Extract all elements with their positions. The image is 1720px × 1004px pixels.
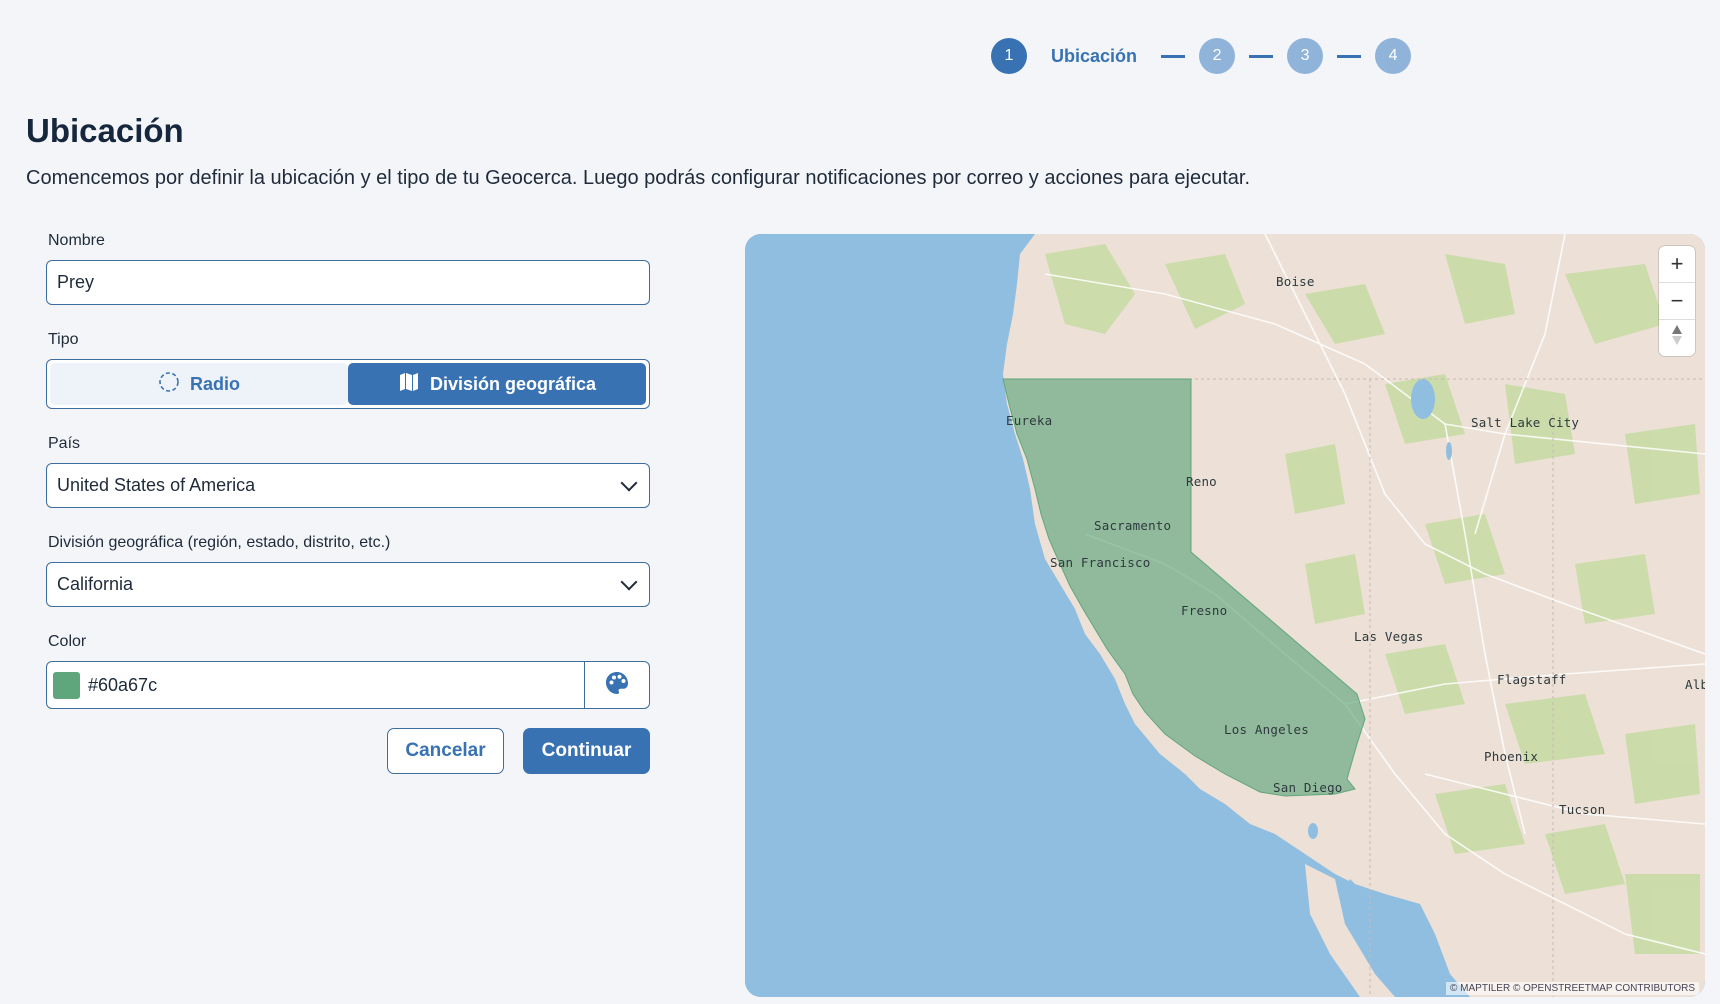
map-label-reno: Reno (1186, 474, 1217, 489)
map-label-san-diego: San Diego (1273, 780, 1343, 795)
chevron-down-icon (620, 573, 638, 590)
map-label-los-angeles: Los Angeles (1224, 722, 1309, 737)
continue-button[interactable]: Continuar (523, 728, 650, 774)
palette-icon (604, 670, 630, 701)
country-select[interactable]: United States of America (46, 463, 650, 508)
step-4-indicator: 4 (1375, 38, 1412, 74)
map-label-las-vegas: Las Vegas (1354, 629, 1424, 644)
map-label-eureka: Eureka (1006, 413, 1053, 428)
division-label: División geográfica (región, estado, dis… (48, 534, 391, 551)
map-attribution[interactable]: © MAPTILER © OPENSTREETMAP CONTRIBUTORS (1446, 982, 1699, 995)
division-select-value: California (57, 574, 134, 594)
color-group: Color #60a67c (46, 633, 650, 709)
color-swatch (53, 671, 80, 699)
compass-icon (1670, 324, 1684, 352)
type-option-geo-division[interactable]: División geográfica (348, 363, 646, 405)
page-description: Comencemos por definir la ubicación y el… (26, 167, 1251, 189)
zoom-out-button[interactable]: − (1659, 283, 1695, 320)
step-connector (1337, 54, 1362, 58)
step-1-indicator: 1 (991, 38, 1027, 74)
division-group: División geográfica (región, estado, dis… (46, 534, 650, 607)
compass-button[interactable] (1659, 320, 1695, 356)
map-label-phoenix: Phoenix (1484, 749, 1539, 764)
color-label: Color (48, 633, 87, 650)
country-label: País (48, 435, 81, 452)
chevron-down-icon (620, 474, 638, 491)
type-label: Tipo (48, 331, 79, 348)
circle-dashed-icon (158, 371, 180, 398)
step-2-indicator: 2 (1199, 38, 1236, 74)
map-icon (398, 371, 420, 398)
page-title: Ubicación (26, 112, 184, 149)
map-label-boise: Boise (1276, 274, 1315, 289)
country-group: País United States of America (46, 435, 650, 508)
cancel-button[interactable]: Cancelar (387, 728, 504, 774)
step-1-label: Ubicación (1051, 45, 1138, 66)
color-input[interactable]: #60a67c (47, 662, 584, 708)
type-group: Tipo Radio División geográfica (46, 331, 650, 409)
type-option-radio[interactable]: Radio (50, 363, 348, 405)
zoom-in-button[interactable]: + (1659, 246, 1695, 283)
form-actions: Cancelar Continuar (46, 728, 650, 774)
map-label-san-francisco: San Francisco (1050, 555, 1151, 570)
color-input-value: #60a67c (88, 674, 158, 695)
country-select-value: United States of America (57, 475, 256, 495)
name-input-value: Prey (57, 272, 95, 292)
map-label-tucson: Tucson (1559, 802, 1606, 817)
name-label: Nombre (48, 232, 105, 249)
map-label-fresno: Fresno (1181, 603, 1228, 618)
name-input[interactable]: Prey (46, 260, 650, 305)
progress-stepper: 1 Ubicación 2 3 4 (991, 38, 1412, 74)
map-zoom-controls: + − (1659, 246, 1695, 356)
map-view[interactable]: Boise Eureka Salt Lake City Reno Sacrame… (745, 234, 1705, 997)
map-label-salt-lake-city: Salt Lake City (1471, 415, 1580, 430)
type-toggle: Radio División geográfica (46, 359, 650, 409)
map-label-sacramento: Sacramento (1094, 518, 1172, 533)
division-select[interactable]: California (46, 562, 650, 607)
map-label-flagstaff: Flagstaff (1497, 672, 1567, 687)
type-option-radio-label: Radio (189, 373, 240, 394)
geofence-form: Nombre Prey Tipo Radio División geográfi… (46, 232, 650, 774)
step-3-indicator: 3 (1287, 38, 1324, 74)
color-field: #60a67c (46, 661, 650, 709)
type-option-geo-division-label: División geográfica (429, 373, 597, 394)
color-picker-button[interactable] (584, 662, 649, 708)
step-connector (1249, 54, 1274, 58)
step-connector (1161, 54, 1186, 58)
name-group: Nombre Prey (46, 232, 650, 305)
map-label-alb: Alb (1685, 677, 1705, 692)
